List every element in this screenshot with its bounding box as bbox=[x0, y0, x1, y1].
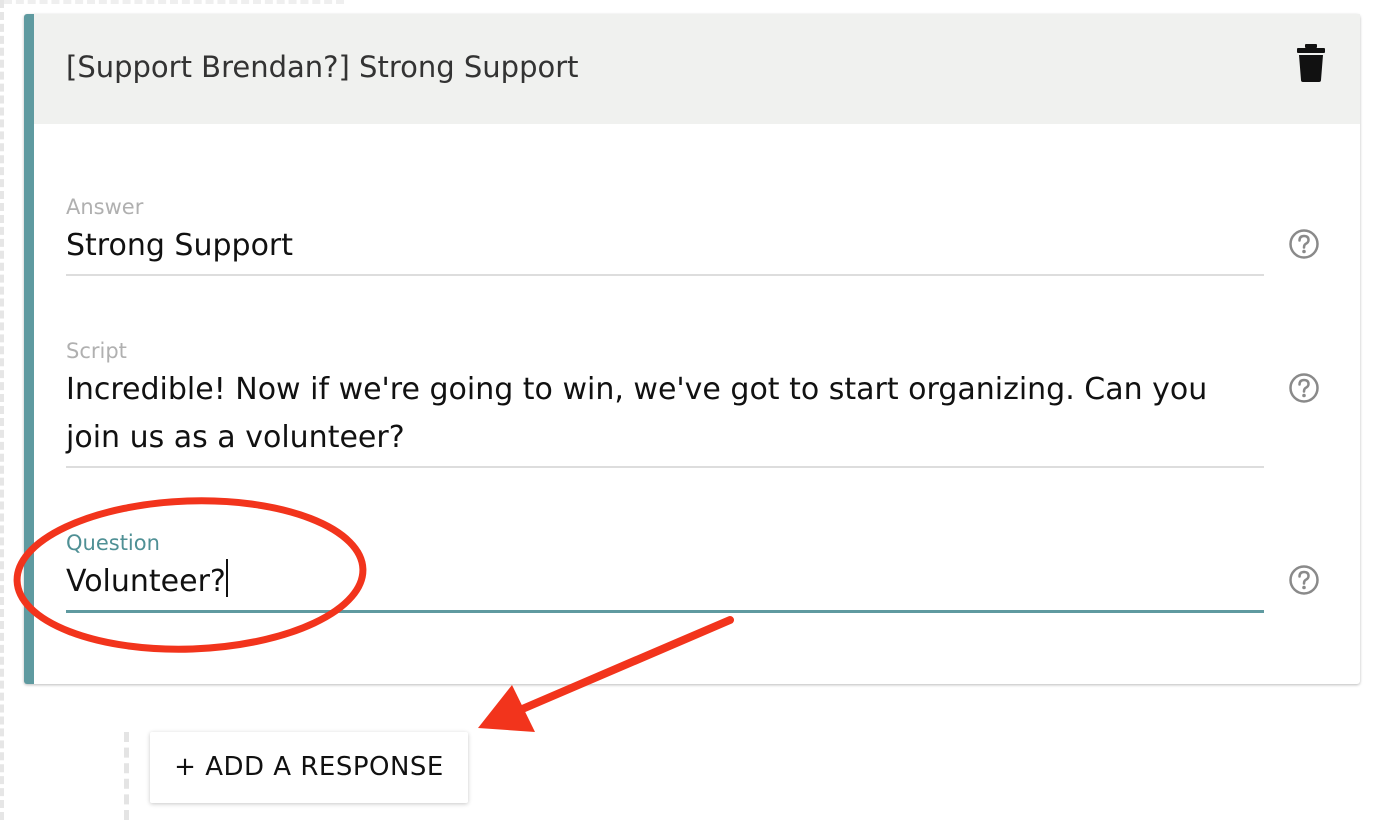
response-card: [Support Brendan?] Strong Support Answer… bbox=[24, 14, 1360, 684]
question-label: Question bbox=[66, 531, 160, 555]
page: [Support Brendan?] Strong Support Answer… bbox=[0, 0, 1382, 820]
add-response-button[interactable]: + ADD A RESPONSE bbox=[150, 732, 468, 803]
answer-label: Answer bbox=[66, 195, 144, 219]
question-circle-icon[interactable] bbox=[1288, 564, 1320, 596]
top-dashed-guide bbox=[4, 0, 344, 4]
card-header: [Support Brendan?] Strong Support bbox=[34, 14, 1360, 124]
left-dashed-guide bbox=[0, 0, 4, 820]
question-circle-icon[interactable] bbox=[1288, 228, 1320, 260]
question-value: Volunteer? bbox=[66, 564, 226, 599]
question-circle-icon[interactable] bbox=[1288, 372, 1320, 404]
add-response-dashed-guide bbox=[124, 732, 129, 820]
trash-icon[interactable] bbox=[1296, 44, 1326, 82]
question-field[interactable]: Question Volunteer? bbox=[66, 530, 1264, 613]
answer-input[interactable]: Strong Support bbox=[66, 220, 1264, 276]
script-input[interactable]: Incredible! Now if we're going to win, w… bbox=[66, 364, 1264, 468]
answer-field[interactable]: Answer Strong Support bbox=[66, 194, 1264, 276]
question-input[interactable]: Volunteer? bbox=[66, 556, 1264, 613]
card-title: [Support Brendan?] Strong Support bbox=[66, 50, 579, 84]
script-field[interactable]: Script Incredible! Now if we're going to… bbox=[66, 338, 1264, 468]
text-cursor bbox=[225, 559, 228, 597]
annotation-arrow-head bbox=[478, 685, 535, 732]
script-label: Script bbox=[66, 339, 127, 363]
